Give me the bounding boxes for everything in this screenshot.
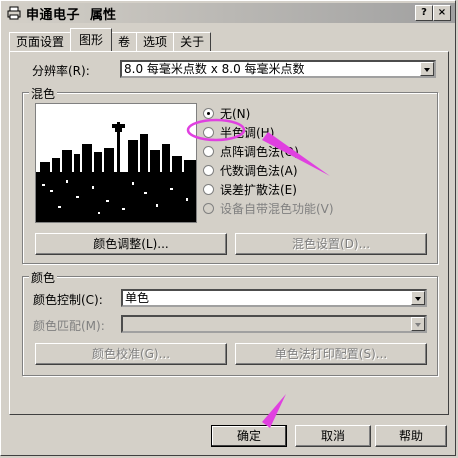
- window-title: 申通电子: [26, 7, 81, 23]
- radio-dot: [203, 164, 214, 176]
- close-button[interactable]: ×: [433, 5, 451, 21]
- tab-graphics[interactable]: 图形: [70, 28, 113, 51]
- radio-halftone[interactable]: 半色调(H): [203, 124, 274, 140]
- radio-dot: [203, 183, 214, 195]
- radio-none[interactable]: 无(N): [203, 105, 250, 121]
- radio-dot-selected: [203, 107, 214, 119]
- radio-halftone-label: 半色调(H): [220, 125, 275, 140]
- dither-group-title: 混色: [29, 85, 58, 102]
- radio-none-label: 无(N): [220, 106, 251, 121]
- tab-volume[interactable]: 卷: [111, 32, 138, 51]
- radio-dot: [203, 202, 214, 214]
- help-title-button[interactable]: ?: [415, 5, 433, 21]
- color-control-value: 单色: [125, 291, 150, 305]
- color-group-title: 颜色: [29, 269, 58, 286]
- tab-options[interactable]: 选项: [136, 32, 175, 51]
- tab-about[interactable]: 关于: [173, 32, 212, 51]
- radio-algebraic-label: 代数调色法(A): [220, 163, 298, 178]
- radio-device-dither-label: 设备自带混色功能(V): [220, 201, 334, 216]
- color-control-label: 颜色控制(C):: [33, 293, 103, 307]
- radio-dot: [203, 126, 214, 138]
- graphics-panel: 分辨率(R): 8.0 每毫米点数 x 8.0 每毫米点数 混色 无(N) 半色…: [9, 51, 449, 415]
- window-title-suffix: 属性: [90, 7, 117, 23]
- radio-algebraic[interactable]: 代数调色法(A): [203, 162, 298, 178]
- radio-error-diffusion[interactable]: 误差扩散法(E): [203, 181, 297, 197]
- radio-error-diffusion-label: 误差扩散法(E): [220, 182, 297, 197]
- radio-ordered-label: 点阵调色法(O): [220, 144, 299, 159]
- tab-page-setup[interactable]: 页面设置: [9, 32, 72, 51]
- dropdown-arrow-icon[interactable]: [420, 62, 434, 76]
- properties-dialog: 申通电子 属性 ? × 页面设置 图形 卷 选项 关于 分辨率(R): 8.0 …: [0, 0, 456, 456]
- dropdown-arrow-icon[interactable]: [411, 317, 425, 331]
- resolution-value: 8.0 每毫米点数 x 8.0 每毫米点数: [124, 62, 305, 76]
- printer-icon: [7, 6, 21, 20]
- tab-strip: 页面设置 图形 卷 选项 关于: [9, 28, 212, 51]
- dropdown-arrow-icon[interactable]: [411, 291, 425, 305]
- color-control-select[interactable]: 单色: [121, 289, 427, 307]
- resolution-label: 分辨率(R):: [32, 64, 90, 78]
- skyline-image: [36, 104, 196, 222]
- cancel-button[interactable]: 取消: [295, 425, 371, 447]
- title-bar: 申通电子 属性 ? ×: [3, 3, 455, 23]
- dither-group: 混色 无(N) 半色调(H) 点阵调色法(O) 代数调色法(A) 误差扩散法(E…: [22, 85, 438, 264]
- radio-device-dither[interactable]: 设备自带混色功能(V): [203, 200, 334, 216]
- ok-button[interactable]: 确定: [211, 425, 287, 447]
- color-match-label: 颜色匹配(M):: [33, 319, 105, 333]
- radio-dot: [203, 145, 214, 157]
- preview-image: [35, 103, 197, 223]
- color-group: 颜色 颜色控制(C): 单色 颜色匹配(M): 颜色校准(G)... 单色法打印…: [22, 269, 438, 376]
- help-button[interactable]: 帮助: [375, 425, 447, 447]
- resolution-select[interactable]: 8.0 每毫米点数 x 8.0 每毫米点数: [120, 60, 436, 78]
- mono-print-config-button[interactable]: 单色法打印配置(S)...: [235, 343, 427, 365]
- color-adjust-button[interactable]: 颜色调整(L)...: [35, 233, 227, 255]
- radio-ordered[interactable]: 点阵调色法(O): [203, 143, 299, 159]
- color-match-select[interactable]: [121, 315, 427, 333]
- dither-settings-button[interactable]: 混色设置(D)...: [235, 233, 427, 255]
- color-calibrate-button[interactable]: 颜色校准(G)...: [35, 343, 227, 365]
